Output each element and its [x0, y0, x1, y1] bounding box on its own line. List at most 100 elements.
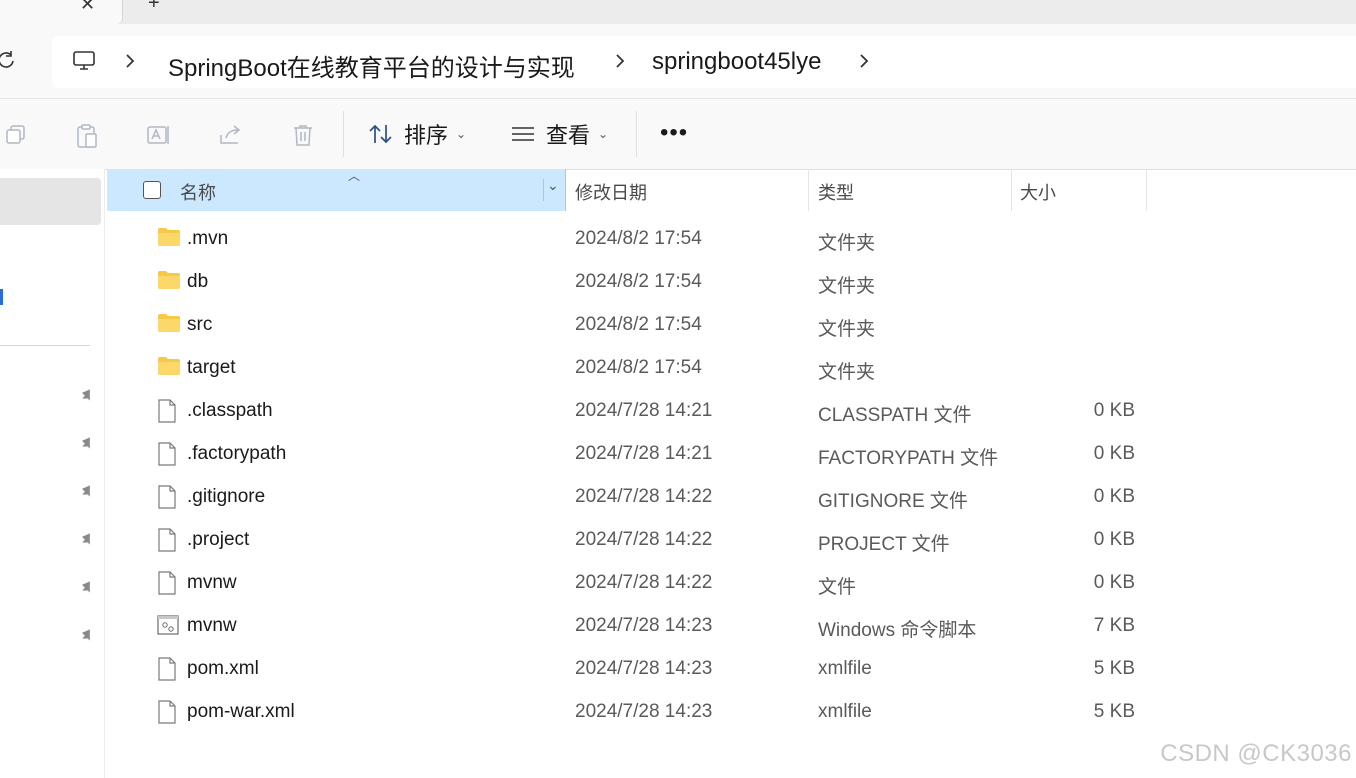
pin-icon[interactable] [80, 484, 94, 498]
file-row[interactable]: db 2024/8/2 17:54 文件夹 [107, 261, 1147, 304]
folder-icon [157, 313, 181, 338]
column-separator[interactable] [808, 169, 809, 211]
refresh-icon[interactable] [0, 50, 16, 76]
breadcrumb-folder[interactable]: springboot45lye [652, 48, 821, 76]
file-modified-date: 2024/8/2 17:54 [575, 228, 702, 249]
file-icon [157, 485, 177, 514]
file-size: 5 KB [1093, 701, 1135, 722]
close-tab-icon[interactable]: ✕ [80, 0, 95, 15]
delete-icon[interactable] [291, 123, 315, 152]
select-all-checkbox[interactable] [143, 181, 161, 199]
file-row[interactable]: pom.xml 2024/7/28 14:23 xmlfile 5 KB [107, 648, 1147, 691]
file-name: pom.xml [187, 658, 259, 679]
file-name: .factorypath [187, 443, 287, 464]
sort-button[interactable]: 排序 ⌄ [368, 117, 466, 151]
file-icon [157, 700, 177, 729]
file-size: 0 KB [1093, 486, 1135, 507]
file-size: 0 KB [1093, 529, 1135, 550]
nav-active-indicator [0, 289, 3, 305]
column-label-date: 修改日期 [575, 183, 647, 203]
file-row[interactable]: src 2024/8/2 17:54 文件夹 [107, 304, 1147, 347]
file-type: Windows 命令脚本 [818, 620, 977, 641]
more-options-button[interactable]: ••• [660, 119, 688, 147]
file-row[interactable]: pom-war.xml 2024/7/28 14:23 xmlfile 5 KB [107, 691, 1147, 734]
nav-item-selected[interactable] [0, 178, 101, 225]
column-filter-chevron-icon[interactable]: ⌄ [547, 177, 559, 194]
file-row[interactable]: target 2024/8/2 17:54 文件夹 [107, 347, 1147, 390]
this-pc-icon[interactable] [72, 50, 96, 77]
navigation-pane [0, 169, 105, 778]
file-type: 文件夹 [818, 233, 876, 254]
file-size: 0 KB [1093, 443, 1135, 464]
column-separator[interactable] [1146, 169, 1147, 211]
file-modified-date: 2024/8/2 17:54 [575, 357, 702, 378]
file-modified-date: 2024/7/28 14:22 [575, 486, 713, 507]
file-name: .gitignore [187, 486, 266, 507]
file-name: .classpath [187, 400, 273, 421]
file-type: 文件夹 [818, 362, 876, 383]
column-label-size: 大小 [1020, 183, 1056, 203]
file-name: .mvn [187, 228, 229, 249]
file-size: 5 KB [1093, 658, 1135, 679]
new-tab-icon[interactable]: + [148, 0, 160, 15]
column-header-size[interactable]: 大小 [1020, 169, 1146, 211]
column-separator[interactable] [1011, 169, 1012, 211]
file-modified-date: 2024/7/28 14:21 [575, 443, 713, 464]
chevron-right-icon[interactable] [614, 53, 626, 74]
pin-icon[interactable] [80, 532, 94, 546]
file-type: 文件夹 [818, 276, 876, 297]
share-icon[interactable] [218, 123, 244, 152]
file-modified-date: 2024/7/28 14:23 [575, 615, 713, 636]
view-label: 查看 [546, 123, 591, 148]
column-header-name[interactable]: 名称 ︿ ⌄ [107, 169, 566, 211]
sort-label: 排序 [404, 123, 449, 148]
column-header-type[interactable]: 类型 [818, 169, 1010, 211]
pin-icon[interactable] [80, 580, 94, 594]
file-row[interactable]: .project 2024/7/28 14:22 PROJECT 文件 0 KB [107, 519, 1147, 562]
file-type: FACTORYPATH 文件 [818, 448, 999, 469]
file-row[interactable]: mvnw 2024/7/28 14:23 Windows 命令脚本 7 KB [107, 605, 1147, 648]
file-size: 0 KB [1093, 400, 1135, 421]
file-type: CLASSPATH 文件 [818, 405, 972, 426]
pin-icon[interactable] [80, 388, 94, 402]
file-modified-date: 2024/7/28 14:23 [575, 658, 713, 679]
file-type: 文件夹 [818, 319, 876, 340]
script-icon [157, 614, 179, 641]
file-row[interactable]: .classpath 2024/7/28 14:21 CLASSPATH 文件 0 K… [107, 390, 1147, 433]
copy-icon[interactable] [4, 123, 28, 152]
sort-icon [369, 124, 392, 144]
toolbar-separator [636, 111, 637, 157]
file-name: src [187, 314, 213, 335]
file-row[interactable]: mvnw 2024/7/28 14:22 文件 0 KB [107, 562, 1147, 605]
paste-icon[interactable] [75, 123, 99, 154]
tab-current[interactable]: ✕ [0, 0, 123, 24]
view-button[interactable]: 查看 ⌄ [510, 117, 608, 151]
sort-ascending-icon: ︿ [348, 169, 361, 183]
tab-strip: ✕ + [0, 0, 1356, 24]
rename-icon[interactable] [146, 123, 172, 152]
chevron-down-icon: ⌄ [598, 127, 609, 141]
file-name: mvnw [187, 572, 237, 593]
chevron-right-icon[interactable] [124, 53, 136, 74]
view-icon [512, 127, 534, 141]
breadcrumb-project[interactable]: SpringBoot在线教育平台的设计与实现 [168, 48, 575, 83]
file-type: PROJECT 文件 [818, 534, 950, 555]
folder-icon [157, 270, 181, 295]
file-type: xmlfile [818, 701, 872, 722]
file-row[interactable]: .mvn 2024/8/2 17:54 文件夹 [107, 218, 1147, 261]
file-modified-date: 2024/7/28 14:22 [575, 572, 713, 593]
file-modified-date: 2024/7/28 14:22 [575, 529, 713, 550]
file-name: mvnw [187, 615, 237, 636]
file-row[interactable]: .gitignore 2024/7/28 14:22 GITIGNORE 文件 0 K… [107, 476, 1147, 519]
file-type: GITIGNORE 文件 [818, 491, 968, 512]
watermark: CSDN @CK3036 [1160, 740, 1352, 767]
command-bar: 排序 ⌄ 查看 ⌄ ••• [0, 98, 1356, 170]
column-header-date[interactable]: 修改日期 [575, 169, 807, 211]
file-row[interactable]: .factorypath 2024/7/28 14:21 FACTORYPATH 文… [107, 433, 1147, 476]
column-label-name: 名称 [180, 183, 216, 203]
pin-icon[interactable] [80, 436, 94, 450]
chevron-right-icon[interactable] [858, 53, 870, 74]
pin-icon[interactable] [80, 628, 94, 642]
folder-icon [157, 227, 181, 252]
file-name: .project [187, 529, 250, 550]
